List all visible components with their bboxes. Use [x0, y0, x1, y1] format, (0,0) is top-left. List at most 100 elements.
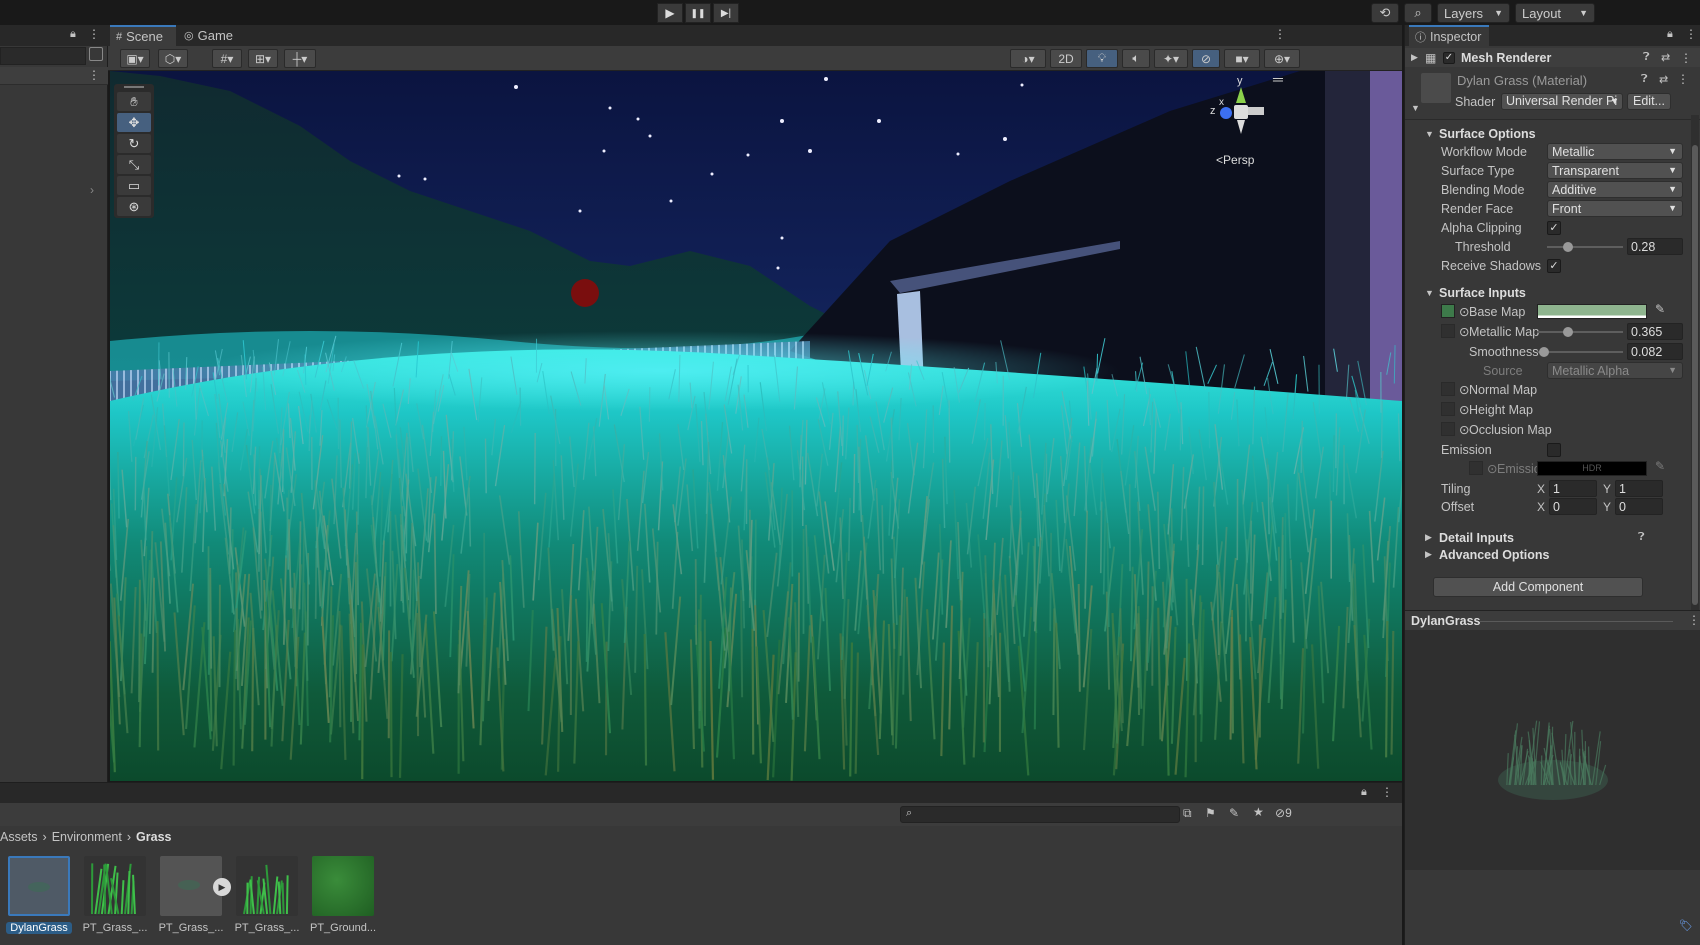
pause-button[interactable]: ❚❚ — [685, 3, 711, 23]
asset-label-pt-grass-2[interactable]: PT_Grass_... — [158, 922, 224, 934]
hand-tool[interactable]: ✋︎ — [117, 92, 151, 111]
visibility-toggle[interactable]: ⊘ — [1192, 49, 1220, 68]
normal-texture-slot[interactable] — [1441, 382, 1455, 396]
chevron-right-icon[interactable]: › — [90, 183, 94, 197]
palette-handle[interactable] — [124, 86, 144, 88]
inspector-scrollbar[interactable] — [1691, 115, 1699, 635]
source-dropdown[interactable]: Metallic Alpha ▼ — [1547, 362, 1683, 379]
breadcrumb-environment[interactable]: Environment — [52, 830, 122, 844]
gizmo-center[interactable] — [1234, 105, 1248, 119]
gizmos-button[interactable]: ⊕▾ — [1264, 49, 1300, 68]
gizmo-neg-y-axis[interactable] — [1237, 120, 1245, 134]
layout-dropdown[interactable]: Layout ▼ — [1515, 3, 1595, 23]
base-map-texture-slot[interactable] — [1441, 304, 1455, 318]
draw-mode-button[interactable]: ▣▾ — [120, 49, 150, 68]
grid-snap-button[interactable]: #▾ — [212, 49, 242, 68]
search-button[interactable]: ⌕ — [1404, 3, 1432, 23]
smoothness-field[interactable]: 0.082 — [1627, 343, 1683, 360]
smoothness-slider-knob[interactable] — [1539, 347, 1550, 357]
target-icon[interactable]: ⊙ — [1459, 402, 1469, 417]
breadcrumb-grass[interactable]: Grass — [136, 830, 171, 844]
shader-dropdown[interactable]: Universal Render Pi ▼ — [1501, 93, 1623, 110]
lock-icon[interactable]: 🔒︎ — [70, 28, 76, 41]
2d-toggle[interactable]: 2D — [1050, 49, 1082, 68]
gizmo-y-axis[interactable] — [1236, 87, 1246, 103]
blending-mode-dropdown[interactable]: Additive ▼ — [1547, 181, 1683, 198]
target-icon[interactable]: ⊙ — [1459, 382, 1469, 397]
expand-prefab-button[interactable]: ▶ — [213, 878, 231, 896]
asset-thumb-dylangrass[interactable] — [8, 856, 70, 916]
render-face-dropdown[interactable]: Front ▼ — [1547, 200, 1683, 217]
offset-x-field[interactable]: 0 — [1549, 498, 1597, 515]
tab-inspector[interactable]: ⓘ Inspector — [1409, 25, 1489, 46]
tag-icon[interactable]: 🏷︎ — [1679, 919, 1693, 932]
kebab-menu-icon[interactable]: ⋮ — [1685, 27, 1697, 41]
asset-label-dylangrass[interactable]: DylanGrass — [6, 922, 72, 934]
workflow-mode-dropdown[interactable]: Metallic ▼ — [1547, 143, 1683, 160]
audio-toggle[interactable]: 🔈︎ — [1122, 49, 1150, 68]
kebab-menu-icon[interactable]: ⋮ — [1677, 72, 1689, 86]
kebab-menu-icon[interactable]: ⋮ — [88, 27, 100, 41]
filter-type-icon[interactable]: ⚑ — [1205, 806, 1216, 820]
chevron-right-icon[interactable]: ▶ — [1411, 52, 1418, 63]
scene-viewport[interactable]: y z x <Persp ═ — [110, 71, 1402, 781]
asset-thumb-pt-grass-1[interactable] — [84, 856, 146, 916]
mesh-renderer-header[interactable]: ▶ ▦ ✓ Mesh Renderer ❓︎ ⇄ ⋮ — [1405, 48, 1700, 67]
asset-label-pt-ground[interactable]: PT_Ground... — [310, 922, 376, 934]
persp-label[interactable]: <Persp — [1216, 153, 1254, 167]
ruler-button[interactable]: ┼▾ — [284, 49, 316, 68]
step-button[interactable]: ▶| — [713, 3, 739, 23]
receive-shadows-checkbox[interactable]: ✓ — [1547, 258, 1561, 273]
kebab-menu-icon[interactable]: ⋮ — [1381, 785, 1393, 799]
alpha-clipping-checkbox[interactable]: ✓ — [1547, 220, 1561, 235]
kebab-menu-icon[interactable]: ⋮ — [1274, 27, 1286, 41]
asset-thumb-pt-ground[interactable] — [312, 856, 374, 916]
gizmo-z-axis[interactable] — [1220, 107, 1232, 119]
overlay-menu-icon[interactable]: ═ — [1273, 71, 1283, 87]
preview-area[interactable] — [1405, 630, 1700, 870]
threshold-slider-knob[interactable] — [1563, 242, 1574, 252]
star-icon[interactable]: ★ — [1253, 805, 1264, 819]
surface-type-dropdown[interactable]: Transparent ▼ — [1547, 162, 1683, 179]
hierarchy-row[interactable]: ⋮ — [0, 67, 108, 85]
asset-thumb-pt-grass-3[interactable] — [236, 856, 298, 916]
history-button[interactable]: ⟲ — [1371, 3, 1399, 23]
metallic-texture-slot[interactable] — [1441, 324, 1455, 338]
lock-icon[interactable]: 🔒︎ — [1667, 28, 1673, 41]
emission-checkbox[interactable] — [1547, 442, 1561, 457]
help-icon[interactable]: ❓︎ — [1643, 51, 1650, 64]
target-icon[interactable]: ⊙ — [1459, 422, 1469, 437]
help-icon[interactable]: ❓︎ — [1641, 73, 1648, 86]
add-component-button[interactable]: Add Component — [1433, 577, 1643, 597]
project-search-input[interactable]: ⌕ — [900, 806, 1180, 823]
eyedropper-icon[interactable]: ✎ — [1655, 302, 1665, 316]
target-icon[interactable]: ⊙ — [1459, 304, 1469, 319]
preset-icon[interactable]: ⇄ — [1659, 73, 1668, 86]
preset-icon[interactable]: ⇄ — [1661, 51, 1670, 64]
breadcrumb-assets[interactable]: Assets — [0, 830, 38, 844]
rotate-tool[interactable]: ↻ — [117, 134, 151, 153]
edit-shader-button[interactable]: Edit... — [1627, 93, 1671, 110]
tab-game[interactable]: ◎ Game — [178, 25, 238, 46]
offset-y-field[interactable]: 0 — [1615, 498, 1663, 515]
search-toggle-icon[interactable] — [89, 47, 103, 61]
object-mode-button[interactable]: ⬡▾ — [158, 49, 188, 68]
hierarchy-search-input[interactable] — [0, 47, 86, 65]
metallic-field[interactable]: 0.365 — [1627, 323, 1683, 340]
advanced-options-foldout[interactable]: ▶ Advanced Options — [1405, 545, 1700, 564]
scale-tool[interactable]: ⤡ — [117, 155, 151, 174]
tiling-x-field[interactable]: 1 — [1549, 480, 1597, 497]
target-icon[interactable]: ⊙ — [1459, 324, 1469, 339]
snap-increment-button[interactable]: ⊞▾ — [248, 49, 278, 68]
play-button[interactable]: ▶ — [657, 3, 683, 23]
lighting-toggle[interactable]: 💡︎ — [1086, 49, 1118, 68]
height-texture-slot[interactable] — [1441, 402, 1455, 416]
metallic-slider[interactable] — [1537, 331, 1623, 333]
kebab-menu-icon[interactable]: ⋮ — [1688, 613, 1700, 627]
scrollbar-thumb[interactable] — [1692, 145, 1698, 605]
base-map-color-field[interactable] — [1537, 304, 1647, 319]
search-by-type-icon[interactable]: ⧉ — [1183, 806, 1192, 821]
eyedropper-icon[interactable]: ✎ — [1655, 459, 1665, 473]
smoothness-slider[interactable] — [1537, 351, 1623, 353]
emission-color-field[interactable]: HDR — [1537, 461, 1647, 476]
